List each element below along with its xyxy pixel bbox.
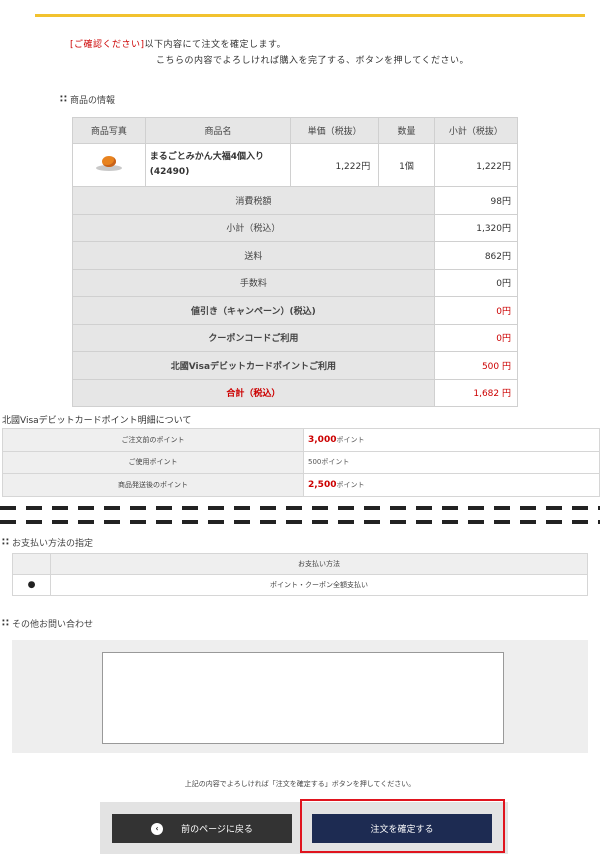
product-photo-cell [72,143,146,187]
payment-method-header: お支払い方法 [50,553,588,575]
payment-table: お支払い方法 ● ポイント・クーポン全額支払い [12,553,588,596]
summary-label: 小計（税込） [72,213,435,242]
section-bullet-icon: ∷ [2,618,9,629]
summary-label: 北國Visaデビットカードポイントご利用 [72,351,435,380]
summary-label: 合計（税込） [72,378,435,407]
inquiry-section-title: ∷ その他お問い合わせ [2,617,93,630]
summary-row-points: 北國Visaデビットカードポイントご利用 500 円 [72,351,519,380]
summary-value: 0円 [433,268,519,297]
summary-row-fee: 手数料 0円 [72,268,519,297]
product-subtotal: 1,222円 [433,143,519,187]
points-row: 商品発送後のポイント 2,500ポイント [2,473,600,497]
summary-value: 0円 [433,296,519,325]
notice-tag: [ご確認ください] [70,40,145,50]
product-name-cell: まるごとみかん大福4個入り (42490) [144,143,292,187]
product-name[interactable]: まるごとみかん大福4個入り [150,150,289,165]
summary-row-subtotal: 小計（税込） 1,320円 [72,213,519,242]
payment-section-title: ∷ お支払い方法の指定 [2,536,93,549]
points-value-cell: 3,000ポイント [303,428,600,452]
section-bullet-icon: ∷ [2,537,9,548]
points-unit: ポイント [321,458,350,467]
summary-value: 862円 [433,241,519,270]
points-value-cell: 2,500ポイント [303,473,600,497]
points-value: 2,500 [308,479,337,490]
header-accent-line [35,14,585,17]
col-quantity: 数量 [378,117,435,144]
notice-line1: 以下内容にて注文を確定します。 [144,40,287,50]
summary-label: 手数料 [72,268,435,297]
summary-row-tax: 消費税額 98円 [72,186,519,215]
dashed-divider [0,520,600,524]
confirmation-notice: [ご確認ください]以下内容にて注文を確定します。 こちらの内容でよろしければ購入… [70,37,469,69]
payment-select-header [12,553,51,575]
payment-option-row[interactable]: ● ポイント・クーポン全額支払い [12,574,588,596]
product-quantity: 1個 [378,143,435,187]
summary-label: 消費税額 [72,186,435,215]
summary-label: 送料 [72,241,435,270]
summary-value: 500 円 [433,351,519,380]
back-button[interactable]: ‹ 前のページに戻る [112,814,292,843]
section-bullet-icon: ∷ [60,94,67,105]
points-table: ご注文前のポイント 3,000ポイント ご使用ポイント 500ポイント 商品発送… [2,428,600,497]
summary-value: 98円 [433,186,519,215]
product-image-icon[interactable] [94,154,124,174]
points-section-title: 北國Visaデビットカードポイント明細について [2,416,192,426]
summary-row-total: 合計（税込） 1,682 円 [72,378,519,407]
points-value: 500 [308,458,322,467]
points-unit: ポイント [336,480,365,489]
payment-section-title-text: お支払い方法の指定 [11,539,93,549]
points-label: ご注文前のポイント [2,428,304,452]
col-photo: 商品写真 [72,117,146,144]
points-row: ご注文前のポイント 3,000ポイント [2,428,600,452]
points-label: ご使用ポイント [2,450,304,474]
inquiry-textarea[interactable] [102,652,504,744]
notice-line2: こちらの内容でよろしければ購入を完了する、ボタンを押してください。 [156,56,469,66]
product-code: (42490) [149,167,190,177]
payment-method-label[interactable]: ポイント・クーポン全額支払い [50,574,588,596]
points-row: ご使用ポイント 500ポイント [2,450,600,474]
payment-radio-selected[interactable]: ● [12,574,51,596]
summary-value: 1,320円 [433,213,519,242]
confirm-highlight-box [300,799,505,853]
summary-row-shipping: 送料 862円 [72,241,519,270]
payment-header-row: お支払い方法 [12,553,588,575]
points-value-cell: 500ポイント [303,450,600,474]
back-button-label: 前のページに戻る [181,825,253,835]
col-name: 商品名 [144,117,292,144]
product-table: 商品写真 商品名 単価（税抜） 数量 小計（税抜） まるごとみかん大福4個入り … [72,117,519,407]
confirm-note: 上記の内容でよろしければ「注文を確定する」ボタンを押してください。 [184,780,416,788]
points-label: 商品発送後のポイント [2,473,304,497]
summary-row-discount: 値引き（キャンペーン）(税込) 0円 [72,296,519,325]
product-section-title: ∷ 商品の情報 [60,93,115,106]
inquiry-section-title-text: その他お問い合わせ [11,620,93,630]
product-table-header: 商品写真 商品名 単価（税抜） 数量 小計（税抜） [72,117,519,144]
summary-label: クーポンコードご利用 [72,323,435,352]
product-unit-price: 1,222円 [290,143,380,187]
summary-row-coupon: クーポンコードご利用 0円 [72,323,519,352]
summary-value: 0円 [433,323,519,352]
chevron-left-icon: ‹ [151,822,164,835]
summary-value: 1,682 円 [433,378,519,407]
dashed-divider [0,506,600,510]
col-subtotal: 小計（税抜） [433,117,519,144]
points-unit: ポイント [336,435,365,444]
product-row: まるごとみかん大福4個入り (42490) 1,222円 1個 1,222円 [72,143,519,187]
summary-label: 値引き（キャンペーン）(税込) [72,296,435,325]
col-unit-price: 単価（税抜） [290,117,380,144]
points-value: 3,000 [308,434,337,445]
product-section-title-text: 商品の情報 [69,96,115,106]
inquiry-box [12,640,588,753]
